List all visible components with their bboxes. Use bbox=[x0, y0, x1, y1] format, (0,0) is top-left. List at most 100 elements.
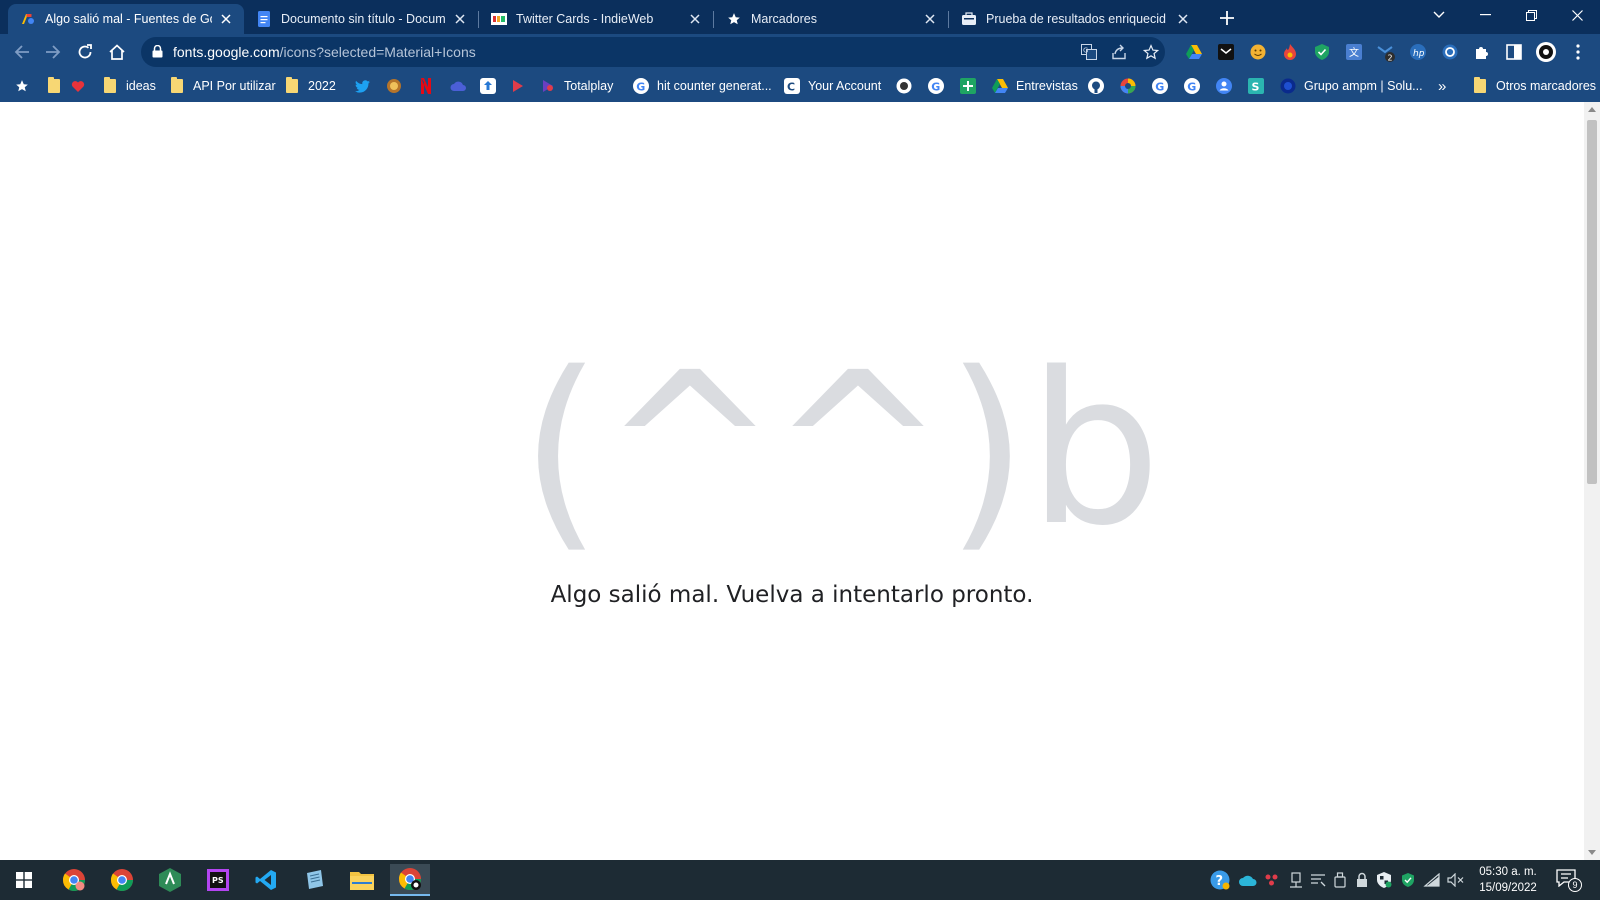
hp-extension-icon[interactable]: hp bbox=[1408, 42, 1428, 62]
plus-box-icon bbox=[960, 78, 976, 94]
url-text[interactable]: fonts.google.com/icons?selected=Material… bbox=[173, 44, 476, 60]
file-explorer-taskbar-icon[interactable] bbox=[342, 864, 382, 896]
page-scrollbar[interactable] bbox=[1584, 102, 1600, 860]
circle-extension-icon[interactable] bbox=[1440, 42, 1460, 62]
bookmark-github[interactable] bbox=[1088, 76, 1104, 96]
profile-avatar[interactable] bbox=[1536, 42, 1556, 62]
dots-tray-icon[interactable] bbox=[1262, 870, 1282, 890]
back-button[interactable] bbox=[9, 39, 35, 65]
bookmark-google-3[interactable]: G bbox=[1184, 76, 1200, 96]
tab-google-fonts[interactable]: Algo salió mal - Fuentes de Goog bbox=[8, 4, 244, 34]
bookmark-otros-marcadores[interactable]: Otros marcadores bbox=[1472, 76, 1596, 96]
forward-button[interactable] bbox=[40, 39, 66, 65]
bookmark-s[interactable]: S bbox=[1248, 76, 1264, 96]
bookmark-your-account[interactable]: C Your Account bbox=[784, 76, 881, 96]
taskbar-clock[interactable]: 05:30 a. m. 15/09/2022 bbox=[1472, 864, 1544, 896]
shield-extension-icon[interactable] bbox=[1312, 42, 1332, 62]
wifi-tray-icon[interactable] bbox=[1422, 870, 1442, 890]
google-drive-extension-icon[interactable] bbox=[1184, 42, 1204, 62]
bookmark-google-1[interactable]: G bbox=[928, 76, 944, 96]
volume-muted-tray-icon[interactable] bbox=[1446, 870, 1466, 890]
bookmark-colorwheel[interactable] bbox=[1120, 76, 1136, 96]
svg-text:G: G bbox=[1155, 80, 1164, 93]
close-tab-icon[interactable] bbox=[218, 11, 234, 27]
bookmark-hit-counter[interactable]: G hit counter generat... bbox=[633, 76, 772, 96]
scroll-down-arrow[interactable] bbox=[1588, 850, 1596, 855]
bookmark-twitter[interactable] bbox=[354, 76, 370, 96]
scroll-up-arrow[interactable] bbox=[1588, 107, 1596, 112]
emoji-extension-icon[interactable] bbox=[1248, 42, 1268, 62]
mail-counter-extension-icon[interactable]: 2 bbox=[1376, 42, 1396, 62]
tab-search-button[interactable] bbox=[1416, 0, 1462, 30]
security-tray-icon[interactable] bbox=[1374, 870, 1394, 890]
device-tray-icon[interactable] bbox=[1286, 870, 1306, 890]
close-tab-icon[interactable] bbox=[687, 11, 703, 27]
bookmark-star-icon[interactable] bbox=[1141, 42, 1161, 62]
help-tray-icon[interactable]: ? bbox=[1210, 870, 1230, 890]
bookmark-entrevistas[interactable]: Entrevistas bbox=[992, 76, 1078, 96]
bookmark-ideas[interactable]: ideas bbox=[102, 76, 156, 96]
phpstorm-taskbar-icon[interactable]: PS bbox=[198, 864, 238, 896]
mail-extension-icon[interactable] bbox=[1216, 42, 1236, 62]
bookmark-heart[interactable] bbox=[70, 76, 86, 96]
network-list-tray-icon[interactable] bbox=[1308, 870, 1328, 890]
share-icon[interactable] bbox=[1109, 42, 1129, 62]
bookmark-google-2[interactable]: G bbox=[1152, 76, 1168, 96]
bookmark-plus[interactable] bbox=[960, 76, 976, 96]
bookmark-globe[interactable] bbox=[896, 76, 912, 96]
chrome-active-taskbar-icon[interactable] bbox=[390, 864, 430, 896]
bookmark-cloud[interactable] bbox=[450, 76, 466, 96]
tab-bookmarks[interactable]: Marcadores bbox=[714, 4, 948, 34]
usb-tray-icon[interactable] bbox=[1330, 870, 1350, 890]
close-tab-icon[interactable] bbox=[452, 11, 468, 27]
tab-rich-results[interactable]: Prueba de resultados enriquecid bbox=[949, 4, 1201, 34]
action-center-button[interactable]: 9 bbox=[1556, 869, 1582, 892]
bookmark-star[interactable] bbox=[14, 76, 30, 96]
lock-tray-icon[interactable] bbox=[1352, 870, 1372, 890]
bookmark-upload[interactable] bbox=[480, 76, 496, 96]
bookmark-api-por-utilizar[interactable]: API Por utilizar bbox=[169, 76, 276, 96]
rich-results-icon bbox=[961, 11, 977, 27]
bookmark-badge[interactable] bbox=[386, 76, 402, 96]
bookmark-totalplay[interactable]: Totalplay bbox=[540, 76, 613, 96]
close-window-button[interactable] bbox=[1554, 0, 1600, 30]
cloud-tray-icon[interactable] bbox=[1238, 870, 1258, 890]
notepad-taskbar-icon[interactable] bbox=[294, 864, 334, 896]
tab-google-docs[interactable]: Documento sin título - Documen bbox=[244, 4, 478, 34]
defender-tray-icon[interactable] bbox=[1398, 870, 1418, 890]
restore-button[interactable] bbox=[1508, 0, 1554, 30]
bookmark-grupo-ampm[interactable]: Grupo ampm | Solu... bbox=[1280, 76, 1423, 96]
home-button[interactable] bbox=[104, 39, 130, 65]
bookmark-2022[interactable]: 2022 bbox=[284, 76, 336, 96]
close-tab-icon[interactable] bbox=[1175, 11, 1191, 27]
tab-indieweb[interactable]: Twitter Cards - IndieWeb bbox=[479, 4, 713, 34]
bookmark-play[interactable] bbox=[510, 76, 526, 96]
menu-dots-icon[interactable] bbox=[1568, 42, 1588, 62]
close-tab-icon[interactable] bbox=[922, 11, 938, 27]
chrome-profile-taskbar-icon[interactable] bbox=[54, 864, 94, 896]
chrome-taskbar-icon[interactable] bbox=[102, 864, 142, 896]
bookmark-label: Otros marcadores bbox=[1496, 79, 1597, 93]
translate-extension-icon[interactable]: 文 bbox=[1344, 42, 1364, 62]
bookmark-folder[interactable] bbox=[46, 76, 62, 96]
google-fonts-icon bbox=[20, 11, 36, 27]
address-bar[interactable]: fonts.google.com/icons?selected=Material… bbox=[141, 37, 1165, 67]
android-studio-taskbar-icon[interactable] bbox=[150, 864, 190, 896]
reload-button[interactable] bbox=[72, 39, 98, 65]
minimize-button[interactable] bbox=[1462, 0, 1508, 30]
new-tab-button[interactable] bbox=[1216, 7, 1238, 29]
notification-count-badge: 9 bbox=[1568, 878, 1582, 892]
puzzle-extensions-icon[interactable] bbox=[1472, 42, 1492, 62]
start-button[interactable] bbox=[4, 864, 44, 896]
error-illustration: (^ _ ^)b bbox=[520, 340, 1161, 550]
bookmark-netflix[interactable] bbox=[418, 76, 434, 96]
bookmark-person[interactable] bbox=[1216, 76, 1232, 96]
translate-icon[interactable]: G bbox=[1079, 42, 1099, 62]
vscode-taskbar-icon[interactable] bbox=[246, 864, 286, 896]
side-panel-icon[interactable] bbox=[1504, 42, 1524, 62]
fire-extension-icon[interactable] bbox=[1280, 42, 1300, 62]
bookmarks-overflow-button[interactable]: » bbox=[1438, 76, 1446, 96]
bookmark-label: Grupo ampm | Solu... bbox=[1304, 79, 1423, 93]
scroll-thumb[interactable] bbox=[1587, 120, 1597, 484]
lock-icon[interactable] bbox=[152, 44, 163, 63]
